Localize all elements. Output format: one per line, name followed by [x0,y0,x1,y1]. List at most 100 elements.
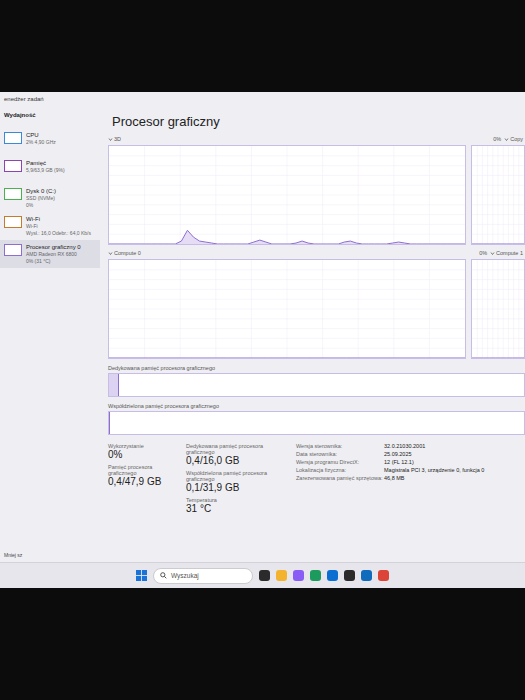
stat-value: 0,4/16,0 GB [186,455,286,466]
mini-graph-icon [4,132,22,144]
taskbar: Wyszukaj [0,562,525,588]
chart-line [109,358,465,359]
detail-label: Zarezerwowana pamięć sprzętowa: [296,475,378,481]
sidebar-item-text: Dysk 0 (C:)SSD (NVMe)0% [26,188,56,208]
chart-header: 0%Compute 1 [471,249,525,257]
memory-bar-block: Dedykowana pamięć procesora graficznego [108,365,525,397]
stat-value: 0,4/47,9 GB [108,476,176,487]
sidebar-item[interactable]: Pamięć5,9/63,9 GB (9%) [0,156,100,184]
stat-label: Temperatura [186,497,286,503]
chart-box [471,259,525,359]
stat-value: 0% [108,449,176,460]
chart-line [472,358,524,359]
stat: Temperatura31 °C [186,497,286,514]
sidebar-item-detail: SSD (NVMe) [26,195,56,201]
chart-line [109,230,465,244]
sidebar-item-name: Pamięć [26,160,65,166]
app-icon[interactable] [344,570,355,581]
page-title: Procesor graficzny [108,114,525,129]
chart-selector[interactable]: Copy [504,136,523,142]
mini-graph-icon [4,160,22,172]
monitor-bezel [0,588,525,700]
chart-header: Compute 0 [108,249,466,257]
chevron-down-icon[interactable] [108,251,113,256]
chart-block: 3D [108,135,466,245]
chart-reading: 0% [493,136,501,142]
stat-label: Dedykowana pamięć procesora graficznego [186,443,286,455]
windows-logo-icon[interactable] [136,570,147,581]
stat: Pamięć procesora graficznego0,4/47,9 GB [108,464,176,487]
sidebar-item[interactable]: Wi-FiWi-FiWysł.: 16,0 Odebr.: 64,0 Kb/s [0,212,100,240]
main-panel: Procesor graficzny3D0%CopyCompute 00%Com… [100,108,525,562]
chart-header: 0%Copy [471,135,525,143]
app-icon[interactable] [361,570,372,581]
app-icon[interactable] [259,570,270,581]
search-placeholder: Wyszukaj [171,572,199,579]
detail-label: Lokalizacja fizyczna: [296,467,378,473]
charts-grid: 3D0%CopyCompute 00%Compute 1 [108,135,525,359]
memory-bar-block: Współdzielona pamięć procesora graficzne… [108,403,525,435]
detail-label: Wersja sterownika: [296,443,378,449]
sidebar-item-text: CPU2% 4,90 GHz [26,132,56,145]
detail-value: 25.09.2025 [384,451,484,457]
chart-block: 0%Compute 1 [471,249,525,359]
chart-block: 0%Copy [471,135,525,245]
chevron-down-icon[interactable] [108,137,113,142]
sidebar-item-detail: 0% [26,202,56,208]
chart-line [472,244,524,245]
detail-value: 12 (FL 12.1) [384,459,484,465]
sidebar-item[interactable]: Dysk 0 (C:)SSD (NVMe)0% [0,184,100,212]
chart-area [109,358,465,359]
app-icon[interactable] [327,570,338,581]
search-box[interactable]: Wyszukaj [153,568,253,584]
chart-reading: 0% [479,250,487,256]
app-icon[interactable] [293,570,304,581]
detail-value: 46,8 MB [384,475,484,481]
stats-column: Wykorzystanie0% Pamięć procesora graficzn… [108,443,176,514]
task-manager-window: enedżer zadańWydajność CPU2% 4,90 GHz Pami… [0,92,525,588]
mini-graph-icon [4,216,22,228]
sidebar-item[interactable]: Procesor graficzny 0AMD Radeon RX 68000%… [0,240,100,268]
title-bar: enedżer zadań [0,92,525,108]
stats-row: Wykorzystanie0% Pamięć procesora graficzn… [108,441,525,514]
sidebar-item-detail: 0% (31 °C) [26,258,81,264]
chart-box [471,145,525,245]
stats-column: Dedykowana pamięć procesora graficznego0… [186,443,286,514]
usage-chart [472,146,524,244]
detail-label: Data sterownika: [296,451,378,457]
chevron-down-icon[interactable] [490,251,495,256]
search-icon [160,572,167,579]
sidebar-item[interactable]: CPU2% 4,90 GHz [0,128,100,156]
memory-bar [108,373,525,397]
stat-value: 31 °C [186,503,286,514]
chart-selector[interactable]: Compute 1 [490,250,523,256]
details-table: Wersja sterownika: 32.0.21030.2001 Data st… [296,443,488,514]
stat-label: Wykorzystanie [108,443,176,449]
sidebar-item-detail: 5,9/63,9 GB (9%) [26,167,65,173]
section-title: Wydajność [0,108,100,128]
stat: Wykorzystanie0% [108,443,176,460]
memory-bar-label: Współdzielona pamięć procesora graficzne… [108,403,525,409]
app-icon[interactable] [276,570,287,581]
sidebar-item-name: CPU [26,132,56,138]
chevron-down-icon[interactable] [504,137,509,142]
sidebar-item-name: Procesor graficzny 0 [26,244,81,250]
app-icon[interactable] [310,570,321,581]
sidebar-item-name: Dysk 0 (C:) [26,188,56,194]
stat-label: Pamięć procesora graficznego [108,464,176,476]
photo: enedżer zadańWydajność CPU2% 4,90 GHz Pami… [0,0,525,700]
chart-selector[interactable]: 3D [108,136,121,142]
chart-selector[interactable]: Compute 0 [108,250,141,256]
app-icon[interactable] [378,570,389,581]
fewer-details-link[interactable]: Mniej sz [0,552,100,558]
usage-chart [472,260,524,358]
sidebar-item-detail: 2% 4,90 GHz [26,139,56,145]
stat-label: Współdzielona pamięć procesora graficzne… [186,470,286,482]
mini-graph-icon [4,244,22,256]
sidebar-item-text: Procesor graficzny 0AMD Radeon RX 68000%… [26,244,81,264]
monitor-bezel [0,0,525,92]
detail-value: 32.0.21030.2001 [384,443,484,449]
window-body: Wydajność CPU2% 4,90 GHz Pamięć5,9/63,9 GB… [0,108,525,562]
detail-label: Wersja programu DirectX: [296,459,378,465]
chart-block: Compute 0 [108,249,466,359]
